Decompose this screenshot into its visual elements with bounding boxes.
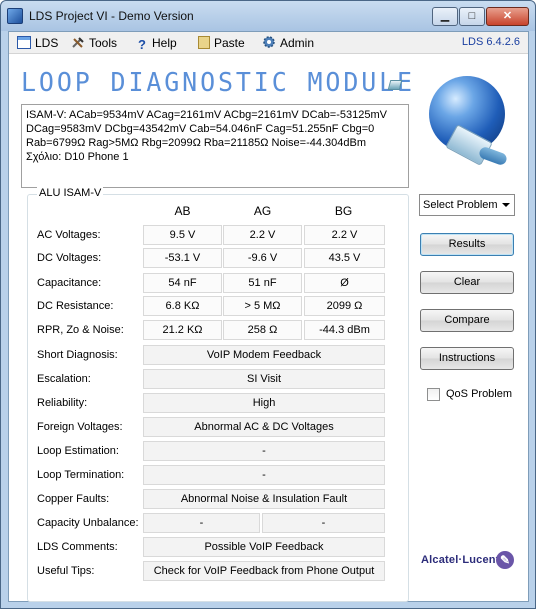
foreign-voltages-value: Abnormal AC & DC Voltages: [143, 417, 385, 437]
res-ag-value: > 5 MΩ: [223, 296, 302, 316]
window-icon: [17, 36, 31, 49]
row-label-short-diagnosis: Short Diagnosis:: [37, 349, 118, 361]
menu-help[interactable]: ? Help: [138, 35, 177, 51]
lds-comments-value: Possible VoIP Feedback: [143, 537, 385, 557]
ac-ag-value: 2.2 V: [223, 225, 302, 245]
column-header-bg: BG: [334, 204, 353, 218]
menu-tools[interactable]: Tools: [71, 35, 117, 51]
question-icon: ?: [138, 37, 146, 52]
maximize-button[interactable]: □: [459, 7, 485, 26]
capacity-unbalance-left: -: [143, 513, 260, 533]
results-button[interactable]: Results: [420, 233, 514, 256]
qos-problem-label: QoS Problem: [446, 388, 513, 400]
noise-bg-value: -44.3 dBm: [304, 320, 385, 340]
menu-tools-label: Tools: [89, 36, 118, 50]
zo-ag-value: 258 Ω: [223, 320, 302, 340]
row-label-ac-voltages: AC Voltages:: [37, 229, 101, 241]
column-header-ag: AG: [253, 204, 272, 218]
alcatel-lucent-logo: Alcatel·Lucent: [421, 554, 500, 566]
short-diagnosis-value: VoIP Modem Feedback: [143, 345, 385, 365]
res-bg-value: 2099 Ω: [304, 296, 385, 316]
row-label-loop-estimation: Loop Estimation:: [37, 445, 119, 457]
select-problem-dropdown[interactable]: Select Problem: [419, 194, 515, 216]
clipboard-icon: [198, 36, 210, 49]
row-label-escalation: Escalation:: [37, 373, 91, 385]
row-label-capacitance: Capacitance:: [37, 277, 102, 289]
version-label: LDS 6.4.2.6: [461, 36, 520, 48]
group-label: ALU ISAM-V: [37, 187, 104, 199]
escalation-value: SI Visit: [143, 369, 385, 389]
row-label-copper-faults: Copper Faults:: [37, 493, 110, 505]
ac-ab-value: 9.5 V: [143, 225, 222, 245]
cap-ab-value: 54 nF: [143, 273, 222, 293]
dc-bg-value: 43.5 V: [304, 248, 385, 268]
menu-paste[interactable]: Paste: [198, 35, 245, 51]
title-bar: LDS Project VI - Demo Version ▁ □ ✕: [1, 1, 535, 31]
dc-ag-value: -9.6 V: [223, 248, 302, 268]
qos-problem-checkbox[interactable]: [427, 388, 440, 401]
app-icon: [7, 8, 23, 24]
row-label-rpr-zo-noise: RPR, Zo & Noise:: [37, 324, 124, 336]
dc-ab-value: -53.1 V: [143, 248, 222, 268]
chevron-down-icon: [502, 203, 510, 207]
minimize-button[interactable]: ▁: [432, 7, 458, 26]
clear-button[interactable]: Clear: [420, 271, 514, 294]
menu-lds-label: LDS: [35, 36, 59, 50]
loop-termination-value: -: [143, 465, 385, 485]
capacity-unbalance-right: -: [262, 513, 385, 533]
cap-ag-value: 51 nF: [223, 273, 302, 293]
tools-icon: [71, 36, 85, 49]
isam-measurement-text[interactable]: ISAM-V: ACab=9534mV ACag=2161mV ACbg=216…: [21, 104, 409, 188]
res-ab-value: 6.8 KΩ: [143, 296, 222, 316]
menu-admin-label: Admin: [280, 36, 315, 50]
reliability-value: High: [143, 393, 385, 413]
module-title: LOOP DIAGNOSTIC MODULE: [21, 68, 415, 98]
close-button[interactable]: ✕: [486, 7, 529, 26]
instructions-button[interactable]: Instructions: [420, 347, 514, 370]
row-label-capacity-unbalance: Capacity Unbalance:: [37, 517, 139, 529]
client-area: LDS Tools ? Help Paste Admin LDS 6.4.2.6 …: [8, 31, 529, 602]
select-problem-value: Select Problem: [423, 199, 498, 211]
menu-lds[interactable]: LDS: [17, 35, 58, 51]
window-title: LDS Project VI - Demo Version: [29, 9, 194, 23]
rpr-ab-value: 21.2 KΩ: [143, 320, 222, 340]
menu-help-label: Help: [152, 36, 177, 50]
menu-admin[interactable]: Admin: [262, 35, 314, 51]
menu-paste-label: Paste: [214, 36, 245, 50]
app-window: LDS Project VI - Demo Version ▁ □ ✕ LDS …: [0, 0, 536, 609]
row-label-loop-termination: Loop Termination:: [37, 469, 125, 481]
menu-bar: LDS Tools ? Help Paste Admin LDS 6.4.2.6: [9, 32, 528, 54]
row-label-lds-comments: LDS Comments:: [37, 541, 118, 553]
useful-tips-value: Check for VoIP Feedback from Phone Outpu…: [143, 561, 385, 581]
compare-button[interactable]: Compare: [420, 309, 514, 332]
gear-icon: [262, 35, 276, 48]
alcatel-lucent-mark-icon: ✎: [496, 551, 514, 569]
copper-faults-value: Abnormal Noise & Insulation Fault: [143, 489, 385, 509]
loop-estimation-value: -: [143, 441, 385, 461]
cable-icon: [477, 145, 509, 167]
row-label-dc-voltages: DC Voltages:: [37, 252, 102, 264]
row-label-reliability: Reliability:: [37, 397, 88, 409]
row-label-dc-resistance: DC Resistance:: [37, 300, 114, 312]
row-label-foreign-voltages: Foreign Voltages:: [37, 421, 123, 433]
row-label-useful-tips: Useful Tips:: [37, 565, 95, 577]
cap-bg-value: Ø: [304, 273, 385, 293]
ac-bg-value: 2.2 V: [304, 225, 385, 245]
column-header-ab: AB: [174, 204, 191, 218]
